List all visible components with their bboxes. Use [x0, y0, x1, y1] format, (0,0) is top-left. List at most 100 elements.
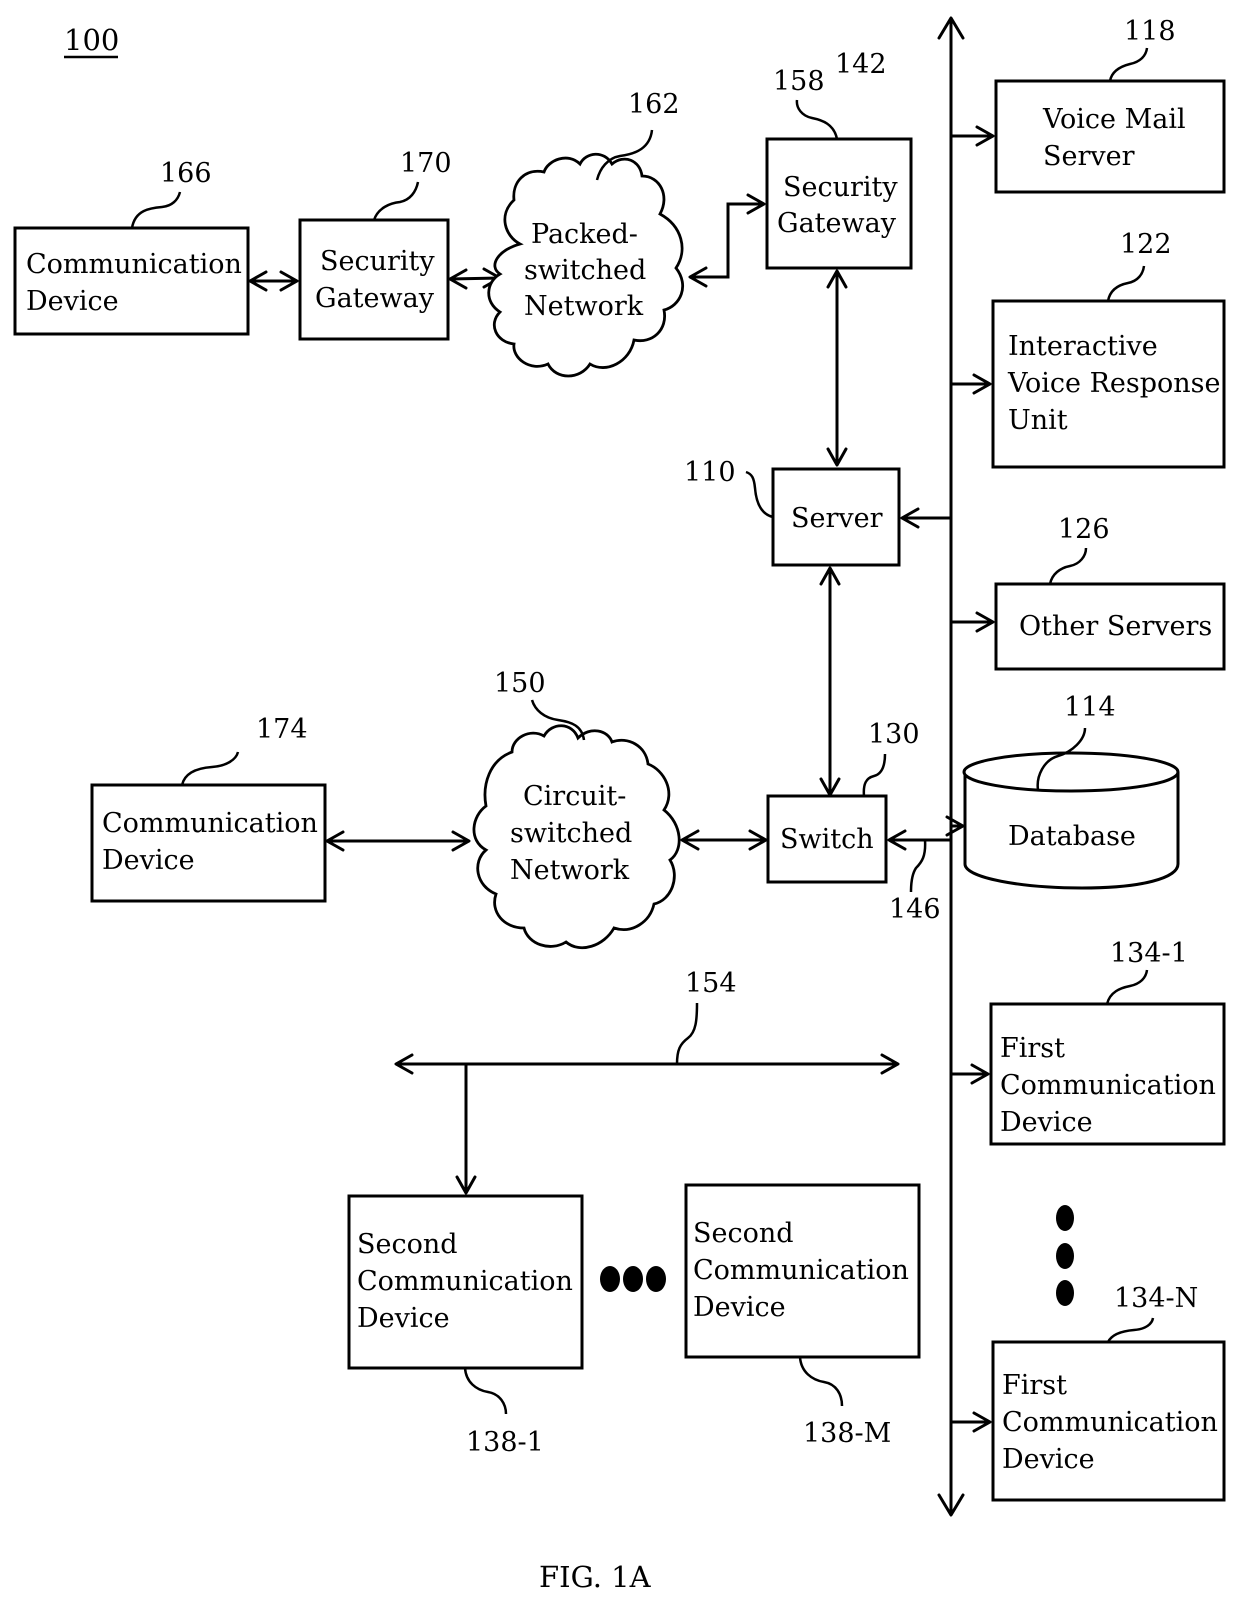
other-servers-126-leader [1048, 547, 1088, 585]
security-gateway-170[interactable]: Security Gateway 170 [298, 148, 452, 341]
circuit-network-150-line3: Network [510, 855, 630, 886]
second-comm-138-m-line3: Device [693, 1292, 786, 1323]
link-bus-118 [951, 125, 995, 147]
link-bus-110 [900, 507, 951, 529]
first-comm-134-n-line3: Device [1002, 1444, 1095, 1475]
main-bus [937, 16, 965, 1517]
security-gateway-158[interactable]: Security Gateway 158 [765, 66, 913, 270]
link-158-110 [826, 269, 848, 467]
database-cylinder-top[interactable] [962, 751, 1180, 793]
circuit-network-150-line2: switched [510, 818, 632, 849]
other-servers-126-ref: 126 [1058, 514, 1110, 545]
security-gateway-158-ref: 158 [773, 66, 825, 97]
first-comm-134-n-line2: Communication [1002, 1407, 1218, 1438]
ellipsis-vertical-icon [1056, 1205, 1074, 1306]
packet-network-162-line1: Packed- [531, 219, 638, 250]
security-gateway-158-box[interactable] [765, 137, 913, 270]
figure-number: 100 [64, 23, 119, 59]
ivr-122-line2: Voice Response [1007, 368, 1221, 399]
second-comm-138-1-ref: 138-1 [466, 1427, 544, 1458]
second-comm-138-1[interactable]: Second Communication Device 138-1 [347, 1194, 584, 1458]
packet-network-162-line2: switched [524, 255, 646, 286]
link-110-130 [819, 566, 841, 797]
first-comm-134-n-ref: 134-N [1114, 1283, 1198, 1314]
link-174-150 [325, 830, 471, 852]
system-ref-142: 142 [835, 49, 887, 80]
first-comm-134-1-leader [1105, 969, 1149, 1005]
comm-device-166-ref: 166 [160, 158, 212, 189]
second-comm-138-1-line1: Second [357, 1229, 458, 1260]
ivr-122[interactable]: Interactive Voice Response Unit 122 [991, 229, 1226, 469]
comm-device-174-line1: Communication [102, 808, 318, 839]
switch-130[interactable]: Switch 130 [766, 719, 920, 884]
second-comm-138-m-ref: 138-M [803, 1418, 891, 1449]
server-110-leader [745, 470, 774, 519]
first-comm-134-1-line1: First [1000, 1033, 1065, 1064]
comm-device-174-box[interactable] [90, 783, 327, 903]
comm-device-166-leader [130, 191, 182, 229]
comm-device-174[interactable]: Communication Device 174 [90, 714, 327, 903]
voice-mail-server-118-box[interactable] [994, 79, 1226, 194]
first-comm-134-n-line1: First [1002, 1370, 1067, 1401]
security-gateway-170-line2: Gateway [315, 283, 435, 314]
security-gateway-170-ref: 170 [400, 148, 452, 179]
link-bus-114 [945, 815, 965, 837]
ivr-122-leader [1106, 265, 1146, 302]
database-114-line1: Database [1008, 821, 1136, 852]
second-comm-138-m-line1: Second [693, 1218, 794, 1249]
comm-device-166[interactable]: Communication Device 166 [13, 158, 250, 336]
figure-number-text: 100 [64, 23, 119, 57]
link-bus-122 [951, 373, 992, 395]
server-110-line1: Server [791, 503, 883, 534]
security-gateway-170-leader [372, 181, 420, 221]
link-150-130 [680, 829, 768, 851]
security-gateway-158-line1: Security [783, 172, 898, 203]
other-servers-126[interactable]: Other Servers 126 [994, 514, 1226, 671]
packet-network-162[interactable]: Packed- switched Network 162 [487, 89, 684, 378]
link-bus-134-n [951, 1411, 992, 1433]
circuit-network-150-ref: 150 [494, 668, 546, 699]
network-diagram: 100 142 Communication Device 166 Securit… [13, 16, 1226, 1594]
security-gateway-170-line1: Security [320, 246, 435, 277]
database-114-ref: 114 [1064, 692, 1116, 723]
first-comm-134-1-ref: 134-1 [1110, 938, 1188, 969]
second-comm-138-1-line3: Device [357, 1303, 450, 1334]
ivr-122-ref: 122 [1120, 229, 1172, 260]
voice-mail-server-118[interactable]: Voice Mail Server 118 [994, 16, 1226, 194]
comm-device-166-box[interactable] [13, 226, 250, 336]
second-comm-138-m-leader [798, 1356, 844, 1407]
voice-mail-server-118-line1: Voice Mail [1042, 104, 1186, 135]
figure-caption: FIG. 1A [539, 1560, 652, 1594]
security-gateway-158-line2: Gateway [777, 208, 897, 239]
second-comm-138-m[interactable]: Second Communication Device 138-M [684, 1183, 921, 1449]
ivr-122-line1: Interactive [1008, 331, 1158, 362]
packet-network-162-line3: Network [524, 291, 644, 322]
link-bus-126 [951, 611, 995, 633]
switch-130-ref: 130 [868, 719, 920, 750]
second-comm-138-1-leader [463, 1367, 508, 1415]
server-110-ref: 110 [684, 457, 736, 488]
security-gateway-170-box[interactable] [298, 218, 450, 341]
link-bus-134-1 [951, 1063, 990, 1085]
circuit-network-150-line1: Circuit- [523, 781, 626, 812]
first-comm-134-1[interactable]: First Communication Device 134-1 [989, 938, 1226, 1146]
voice-mail-server-118-leader [1108, 47, 1149, 82]
circuit-network-150[interactable]: Circuit- switched Network 150 [472, 668, 681, 950]
link-166-170 [248, 270, 299, 292]
first-comm-134-1-line2: Communication [1000, 1070, 1216, 1101]
first-comm-134-n[interactable]: First Communication Device 134-N [991, 1283, 1226, 1502]
server-110[interactable]: Server 110 [684, 457, 901, 567]
first-comm-134-1-line3: Device [1000, 1107, 1093, 1138]
comm-device-174-line2: Device [102, 845, 195, 876]
security-gateway-158-leader [795, 99, 839, 140]
lan-154: 154 [394, 968, 900, 1195]
comm-device-174-ref: 174 [256, 714, 308, 745]
link-162-158 [688, 193, 766, 288]
second-comm-138-m-line2: Communication [693, 1255, 909, 1286]
switch-130-leader [862, 753, 887, 797]
voice-mail-server-118-line2: Server [1043, 141, 1135, 172]
first-comm-134-n-leader [1106, 1317, 1155, 1343]
database-114[interactable]: Database 114 [962, 692, 1180, 890]
bus-146-leader [909, 839, 927, 893]
comm-device-174-leader [180, 751, 240, 786]
